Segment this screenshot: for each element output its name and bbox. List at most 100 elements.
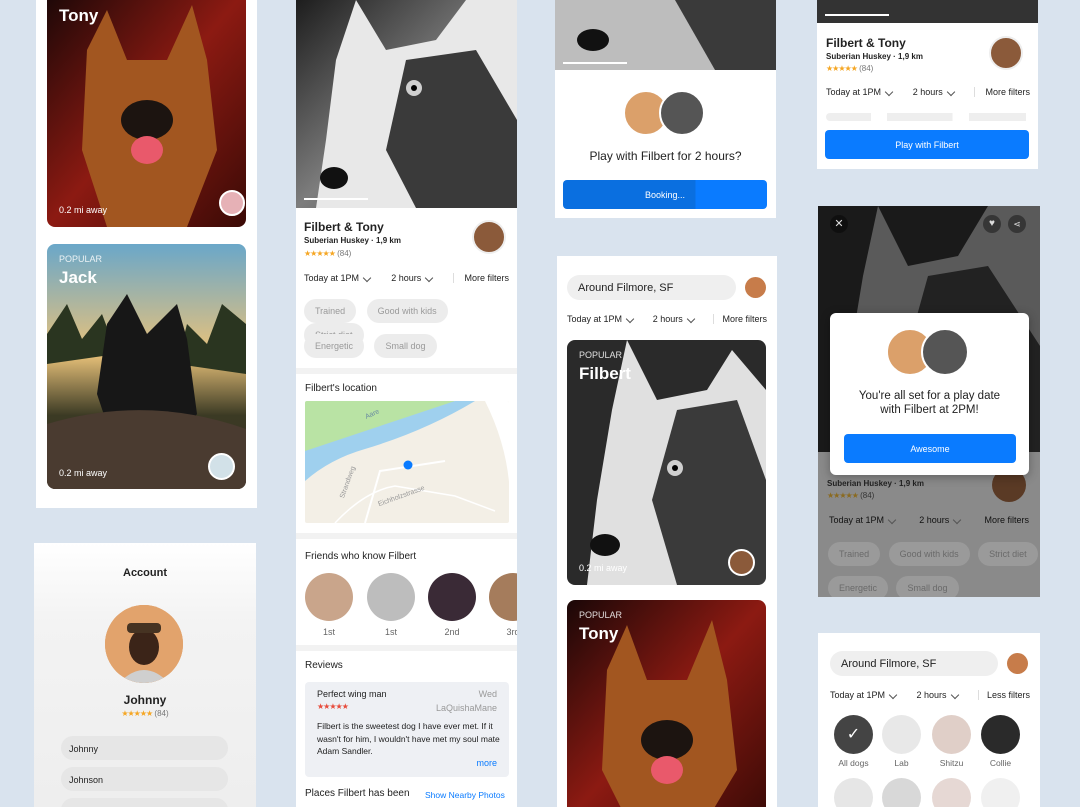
tag-good-with-kids: Good with kids [366, 299, 448, 323]
tag-energetic: Energetic [304, 334, 365, 358]
dog-name: Filbert & Tony [826, 36, 906, 50]
breed-more[interactable] [932, 778, 971, 807]
more-filters-button[interactable]: More filters [453, 273, 509, 283]
rating: ★★★★★ (84) [304, 249, 351, 258]
distance-label: 0.2 mi away [579, 563, 628, 573]
star-rating-icon: ★★★★★ [121, 709, 153, 718]
breed-more[interactable] [981, 778, 1020, 807]
owner-avatar[interactable] [219, 190, 245, 216]
star-rating-icon: ★★★★★ [827, 491, 859, 500]
extra-field[interactable] [61, 798, 228, 807]
time-filter-label: Today at 1PM [567, 314, 623, 324]
awesome-button-label: Awesome [910, 443, 950, 454]
favorite-icon[interactable]: ♥ [983, 215, 1001, 233]
profile-avatar[interactable] [745, 277, 766, 298]
booking-button[interactable]: Booking... [563, 180, 767, 209]
review-stars-icon: ★★★★★ [317, 702, 349, 711]
first-name-field[interactable]: Johnny [61, 736, 228, 760]
filter-bar: Today at 1PM 2 hours More filters [829, 515, 1029, 525]
filter-bar: Today at 1PM 2 hours Less filters [830, 690, 1030, 700]
duration-filter-label: 2 hours [919, 515, 950, 525]
last-name-field[interactable]: Johnson [61, 767, 228, 791]
time-filter[interactable]: Today at 1PM [829, 515, 897, 525]
chevron-down-icon [686, 314, 696, 324]
friend-avatar[interactable] [305, 573, 353, 621]
profile-avatar[interactable] [105, 605, 183, 683]
close-icon[interactable]: ✕ [830, 215, 848, 233]
duration-filter-label: 2 hours [916, 690, 947, 700]
dog-detail-screen: Filbert & Tony Suberian Huskey · 1,9 km … [296, 0, 517, 807]
search-value: Around Filmore, SF [841, 657, 937, 670]
duration-filter[interactable]: 2 hours [916, 690, 959, 700]
duration-filter[interactable]: 2 hours [919, 515, 962, 525]
more-filters-button[interactable]: More filters [984, 515, 1029, 525]
show-nearby-photos-link[interactable]: Show Nearby Photos [425, 790, 505, 800]
husky-photo [296, 0, 517, 208]
breed-shitzu[interactable] [932, 715, 971, 754]
share-icon[interactable]: ⋖ [1008, 215, 1026, 233]
breed-distance: Suberian Huskey · 1,9 km [304, 236, 401, 245]
awesome-button[interactable]: Awesome [844, 434, 1016, 463]
chevron-down-icon [946, 87, 956, 97]
location-search-input[interactable]: Around Filmore, SF [567, 275, 736, 300]
dog-card-jack[interactable]: POPULAR Jack 0.2 mi away [47, 244, 246, 489]
browse-screen-left: Tony 0.2 mi away POPULAR Jack 0.2 mi awa… [36, 0, 257, 508]
owner-avatar[interactable] [472, 220, 506, 254]
review-card[interactable]: Perfect wing man Wed ★★★★★ LaQuishaMane … [305, 682, 509, 777]
breed-more[interactable] [882, 778, 921, 807]
dog-card-filbert[interactable]: POPULAR Filbert 0.2 mi away [567, 340, 766, 585]
person-photo [105, 605, 183, 683]
time-filter[interactable]: Today at 1PM [304, 273, 372, 283]
location-title: Filbert's location [305, 383, 377, 394]
filter-bar: Today at 1PM 2 hours More filters [567, 314, 767, 324]
friend-avatar[interactable] [489, 573, 517, 621]
dog-photo [47, 0, 246, 227]
tag-trained: Trained [304, 299, 357, 323]
dog-name: Filbert [579, 364, 631, 383]
play-button[interactable]: Play with Filbert [825, 130, 1029, 159]
booking-button-label: Booking... [644, 189, 686, 200]
page-title: Account [123, 567, 167, 579]
duration-filter[interactable]: 2 hours [391, 273, 434, 283]
chevron-down-icon [887, 515, 897, 525]
friend-avatar[interactable] [428, 573, 476, 621]
profile-avatar[interactable] [1007, 653, 1028, 674]
dog-card-tony[interactable]: Tony 0.2 mi away [47, 0, 246, 227]
owner-avatar[interactable] [989, 36, 1023, 70]
photo-progress-bar [563, 62, 627, 64]
reviews-title: Reviews [305, 660, 343, 671]
review-more-link[interactable]: more [476, 758, 497, 768]
booking-question: Play with Filbert for 2 hours? [589, 149, 742, 163]
breed-lab[interactable] [882, 715, 921, 754]
star-rating-icon: ★★★★★ [826, 64, 858, 73]
popular-tag: POPULAR [59, 254, 103, 264]
map-graphic [305, 401, 509, 523]
more-filters-button[interactable]: More filters [974, 87, 1030, 97]
rating-count: (84) [860, 491, 875, 500]
duration-filter[interactable]: 2 hours [653, 314, 696, 324]
breed-collie[interactable] [981, 715, 1020, 754]
popular-tag: POPULAR [579, 350, 623, 360]
review-title: Perfect wing man [317, 689, 387, 699]
owner-avatar[interactable] [728, 549, 755, 576]
places-title: Places Filbert has been [305, 788, 410, 799]
more-filters-button[interactable]: More filters [713, 314, 767, 324]
less-filters-button[interactable]: Less filters [977, 690, 1030, 700]
time-filter[interactable]: Today at 1PM [830, 690, 898, 700]
location-map[interactable]: Aare Strandweg Eichholzstrasse [305, 401, 509, 523]
time-filter[interactable]: Today at 1PM [826, 87, 894, 97]
star-rating-icon: ★★★★★ [304, 249, 336, 258]
breed-more[interactable] [834, 778, 873, 807]
location-search-input[interactable]: Around Filmore, SF [830, 651, 998, 676]
friend-avatar[interactable] [367, 573, 415, 621]
time-filter[interactable]: Today at 1PM [567, 314, 635, 324]
distance-label: 0.2 mi away [59, 205, 108, 215]
tag-small-dog: Small dog [896, 576, 959, 597]
dog-name: Tony [579, 624, 619, 643]
breed-all-dogs[interactable]: ✓ [834, 715, 873, 754]
owner-avatar[interactable] [208, 453, 235, 480]
breed-label: All dogs [838, 758, 869, 768]
duration-filter[interactable]: 2 hours [913, 87, 956, 97]
dog-card-tony[interactable]: POPULAR Tony [567, 600, 766, 807]
field-value: Johnny [69, 744, 99, 754]
